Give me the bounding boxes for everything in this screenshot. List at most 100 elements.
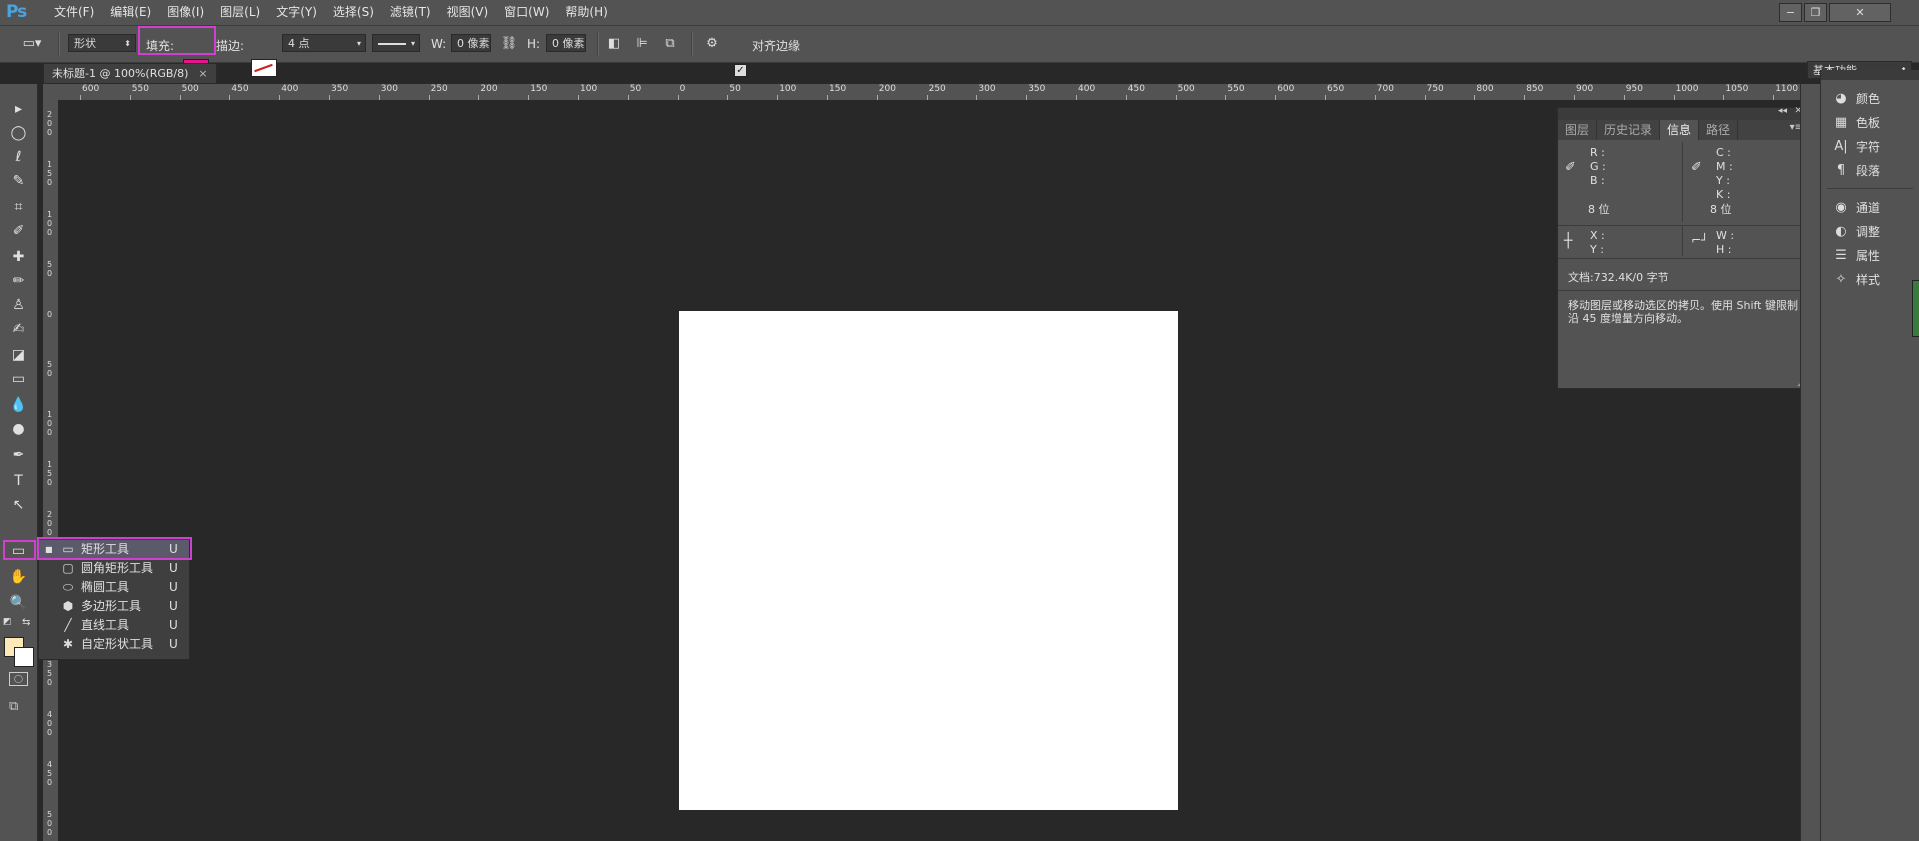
menu-item[interactable]: 选择(S) bbox=[325, 0, 382, 25]
blur-tool-icon[interactable]: 💧 bbox=[5, 394, 32, 416]
gear-icon[interactable]: ⚙ bbox=[702, 34, 722, 54]
quick-mask-icon[interactable]: ◯ bbox=[9, 672, 28, 686]
k-label: K : bbox=[1716, 188, 1731, 201]
dock-item-label: 样式 bbox=[1856, 273, 1881, 287]
healing-brush-tool-icon[interactable]: ✚ bbox=[5, 246, 32, 268]
restore-button[interactable]: ❐ bbox=[1804, 3, 1827, 22]
flyout-item[interactable]: ✱ 自定形状工具 U bbox=[39, 635, 189, 654]
crop-tool-icon[interactable]: ⌗ bbox=[5, 196, 32, 218]
dock-item[interactable]: ◕ 颜色 bbox=[1821, 88, 1919, 110]
quick-select-tool-icon[interactable]: ✎ bbox=[5, 170, 32, 192]
flyout-item[interactable]: ╱ 直线工具 U bbox=[39, 616, 189, 635]
eyedropper-tool-icon[interactable]: ✐ bbox=[5, 220, 32, 242]
vertical-ruler[interactable]: 2001501005005010015020025030035040045050… bbox=[43, 100, 59, 841]
panel-tab[interactable]: 信息 bbox=[1660, 120, 1700, 140]
minimize-button[interactable]: − bbox=[1779, 3, 1802, 22]
flyout-highlight bbox=[37, 537, 192, 560]
hand-tool-icon[interactable]: ✋ bbox=[5, 566, 32, 588]
menu-item[interactable]: 窗口(W) bbox=[496, 0, 557, 25]
menu-item[interactable]: 图像(I) bbox=[159, 0, 212, 25]
ruler-corner[interactable] bbox=[43, 84, 59, 101]
canvas-scroll-strip[interactable] bbox=[1800, 84, 1821, 841]
dock-item[interactable]: ¶ 段落 bbox=[1821, 160, 1919, 182]
lasso-tool-icon[interactable]: ℓ bbox=[5, 146, 32, 168]
panel-tab[interactable]: 历史记录 bbox=[1597, 120, 1661, 140]
width-input[interactable]: 0 像素 bbox=[451, 34, 491, 52]
path-operations-icon[interactable]: ◧ bbox=[604, 34, 624, 54]
ruler-tick-label: 50 bbox=[629, 84, 642, 94]
dock-item-label: 调整 bbox=[1856, 225, 1881, 239]
channels-icon: ◉ bbox=[1835, 200, 1847, 215]
swatches-icon: ▦ bbox=[1834, 115, 1848, 130]
flyout-item[interactable]: ⬭ 椭圆工具 U bbox=[39, 578, 189, 597]
ruler-tick-label: 550 bbox=[1227, 84, 1245, 94]
dock-edge-handle[interactable] bbox=[1912, 280, 1919, 337]
menu-item[interactable]: 图层(L) bbox=[212, 0, 268, 25]
m-label: M : bbox=[1716, 160, 1733, 173]
menu-item[interactable]: 文件(F) bbox=[46, 0, 102, 25]
dock-item[interactable]: ✧ 样式 bbox=[1821, 269, 1919, 291]
ruler-tick-label: 350 bbox=[46, 660, 53, 687]
dock-item[interactable]: ◐ 调整 bbox=[1821, 221, 1919, 243]
ruler-tick-label: 1050 bbox=[1725, 84, 1749, 94]
flyout-item[interactable]: ▢ 圆角矩形工具 U bbox=[39, 559, 189, 578]
w-label: W : bbox=[1716, 229, 1735, 242]
type-tool-icon[interactable]: T bbox=[5, 470, 32, 492]
zoom-tool-icon[interactable]: 🔍 bbox=[5, 592, 32, 614]
stamp-tool-icon[interactable]: ♙ bbox=[5, 294, 32, 316]
dock-item-label: 通道 bbox=[1856, 201, 1881, 215]
dock-item[interactable]: ◉ 通道 bbox=[1821, 197, 1919, 219]
path-alignment-icon[interactable]: ⊫ bbox=[632, 34, 652, 54]
close-tab-icon[interactable]: × bbox=[198, 67, 207, 80]
swap-colors-icon[interactable]: ⇆ bbox=[22, 617, 30, 628]
ruler-tick-label: 950 bbox=[1625, 84, 1643, 94]
r-label: R : bbox=[1590, 146, 1605, 159]
panel-tab[interactable]: 图层 bbox=[1558, 120, 1598, 140]
move-tool-icon[interactable]: ▸ bbox=[5, 98, 32, 120]
panel-tab[interactable]: 路径 bbox=[1699, 120, 1739, 140]
document-canvas[interactable] bbox=[679, 311, 1178, 810]
ruler-tick-label: 250 bbox=[430, 84, 448, 94]
screen-mode-icon[interactable]: ⧉ bbox=[9, 700, 27, 713]
horizontal-ruler[interactable]: 600 550 500 450 400 350 300 250 200 150 100 50 0 50 10… bbox=[58, 84, 1800, 101]
menu-item[interactable]: 编辑(E) bbox=[102, 0, 159, 25]
eraser-tool-icon[interactable]: ◪ bbox=[5, 344, 32, 366]
default-colors-icon[interactable]: ◩ bbox=[3, 617, 12, 627]
align-edges-checkbox[interactable]: ✓ bbox=[734, 64, 747, 77]
gradient-tool-icon[interactable]: ▭ bbox=[5, 368, 32, 390]
dock-item-label: 字符 bbox=[1856, 140, 1881, 154]
brush-tool-icon[interactable]: ✏ bbox=[5, 270, 32, 292]
link-icon[interactable]: ⛓ bbox=[499, 34, 519, 54]
dock-item[interactable]: ▦ 色板 bbox=[1821, 112, 1919, 134]
ruler-tick-label: 450 bbox=[1127, 84, 1145, 94]
dock-item[interactable]: ☰ 属性 bbox=[1821, 245, 1919, 267]
path-select-tool-icon[interactable]: ↖ bbox=[5, 494, 32, 516]
tool-preset-picker[interactable]: ▭▾ bbox=[22, 34, 42, 54]
menu-item[interactable]: 帮助(H) bbox=[557, 0, 615, 25]
background-color-swatch[interactable] bbox=[14, 647, 34, 667]
document-tab[interactable]: 未标题-1 @ 100%(RGB/8) × bbox=[43, 63, 217, 84]
menu-item[interactable]: 滤镜(T) bbox=[382, 0, 439, 25]
mode-dropdown[interactable]: 形状 ⬍ bbox=[68, 34, 136, 52]
stroke-type-dropdown[interactable]: ▾ bbox=[372, 34, 420, 52]
history-brush-tool-icon[interactable]: ✍ bbox=[5, 318, 32, 340]
stroke-width-field[interactable]: 4 点 ▾ bbox=[282, 34, 366, 52]
path-arrangement-icon[interactable]: ⧉ bbox=[660, 34, 680, 54]
x-label: X : bbox=[1590, 229, 1605, 242]
close-button[interactable]: ✕ bbox=[1829, 3, 1891, 22]
document-size: 文档:732.4K/0 字节 bbox=[1568, 271, 1669, 284]
menu-item[interactable]: 视图(V) bbox=[439, 0, 497, 25]
menu-item[interactable]: 文字(Y) bbox=[268, 0, 325, 25]
ruler-tick-label: 50 bbox=[46, 360, 53, 378]
dodge-tool-icon[interactable]: ● bbox=[5, 418, 32, 440]
dock-item[interactable]: A| 字符 bbox=[1821, 136, 1919, 158]
collapse-panel-icon[interactable]: ◂◂ bbox=[1778, 106, 1787, 116]
marquee-tool-icon[interactable]: ◯ bbox=[5, 122, 32, 144]
b-label: B : bbox=[1590, 174, 1605, 187]
pen-tool-icon[interactable]: ✒ bbox=[5, 444, 32, 466]
stroke-color-swatch[interactable] bbox=[251, 59, 277, 77]
ruler-tick-label: 200 bbox=[46, 510, 53, 537]
height-input[interactable]: 0 像素 bbox=[546, 34, 586, 52]
dock-header bbox=[1821, 70, 1919, 80]
flyout-item[interactable]: ⬢ 多边形工具 U bbox=[39, 597, 189, 616]
